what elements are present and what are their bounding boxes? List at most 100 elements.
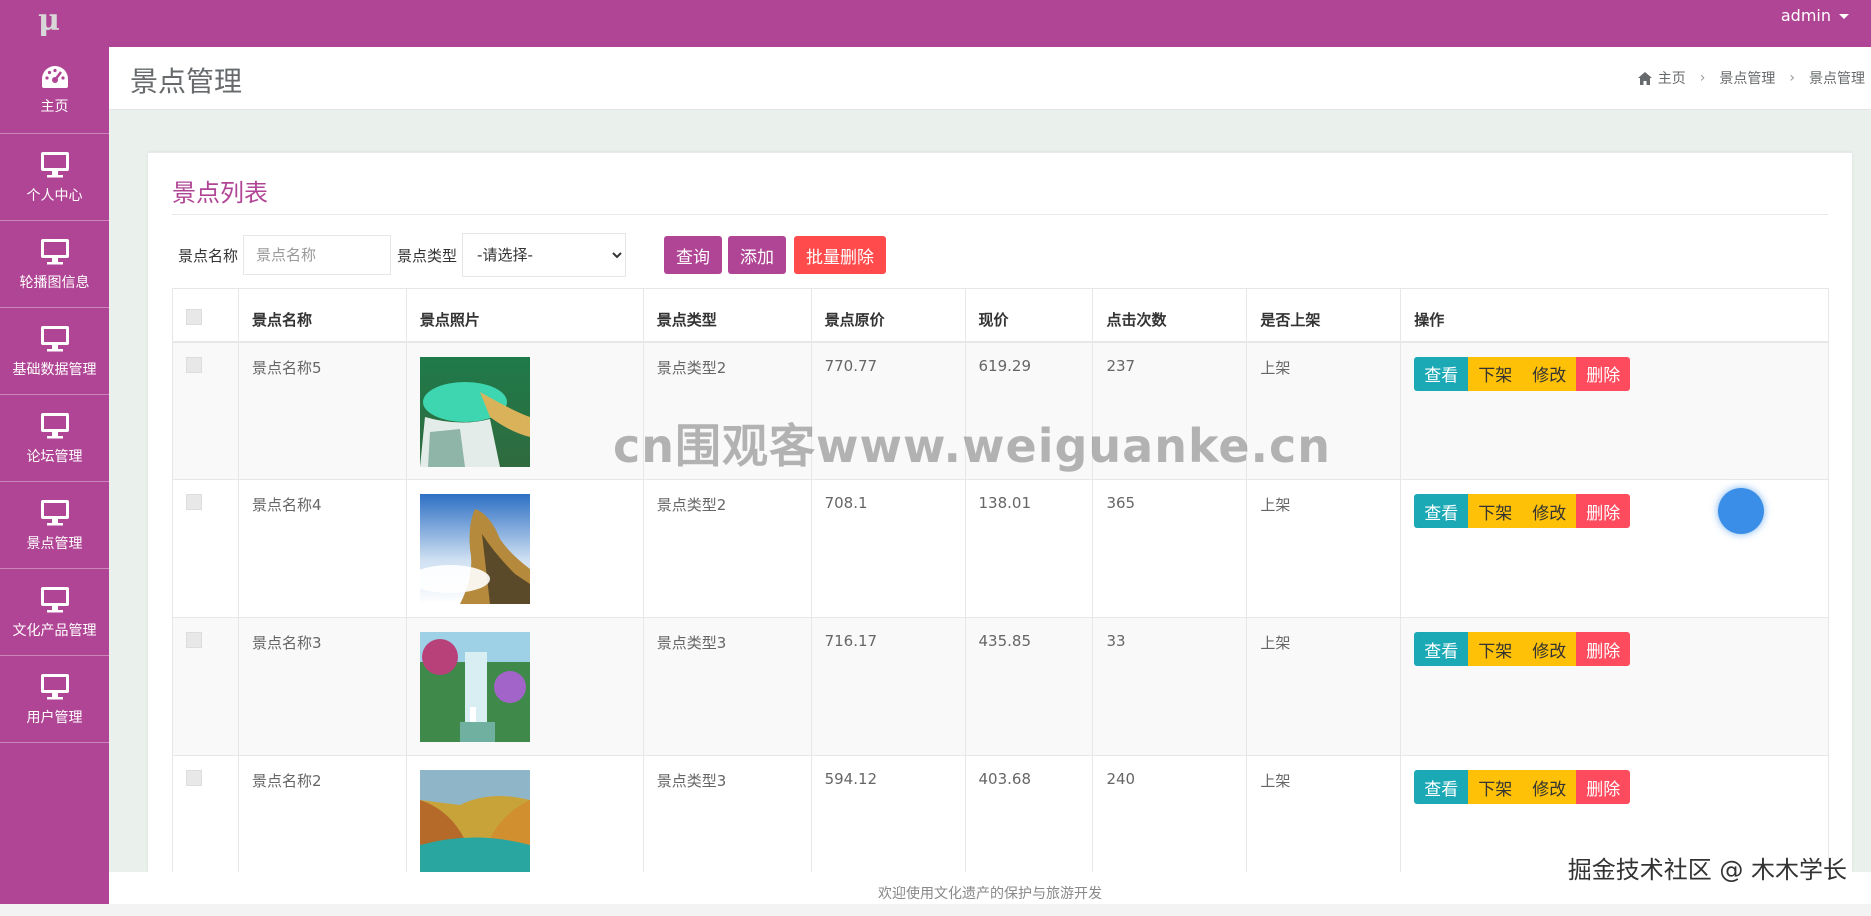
sidebar-item-personal-center[interactable]: 个人中心 bbox=[0, 134, 109, 221]
sidebar-item-scenic[interactable]: 景点管理 bbox=[0, 482, 109, 569]
row-checkbox[interactable] bbox=[186, 356, 202, 373]
delete-button[interactable]: 删除 bbox=[1576, 632, 1631, 666]
column-header: 景点名称 bbox=[237, 288, 407, 343]
batch-delete-button[interactable]: 批量删除 bbox=[794, 236, 887, 274]
mountain-cloud-photo bbox=[419, 494, 530, 604]
cell-photo bbox=[405, 479, 644, 618]
column-header: 景点原价 bbox=[810, 288, 966, 343]
view-button[interactable]: 查看 bbox=[1414, 632, 1469, 666]
sidebar-item-label: 个人中心 bbox=[26, 188, 83, 204]
divider bbox=[172, 214, 1828, 215]
column-header: 景点类型 bbox=[642, 288, 812, 343]
query-button[interactable]: 查询 bbox=[664, 236, 723, 274]
view-button[interactable]: 查看 bbox=[1414, 770, 1469, 804]
select-all-checkbox[interactable] bbox=[186, 309, 202, 325]
page-title: 景点管理 bbox=[130, 65, 243, 98]
monitor-icon bbox=[40, 587, 69, 613]
unlist-button[interactable]: 下架 bbox=[1468, 356, 1523, 391]
table-row: 景点名称4 景点类型2 708.1 138.01 365 上架 查看 下架 修改… bbox=[172, 479, 1829, 618]
cell-status: 上架 bbox=[1246, 479, 1402, 618]
cell-type: 景点类型3 bbox=[642, 617, 812, 756]
sidebar-item-label: 文化产品管理 bbox=[12, 623, 97, 639]
cell-name: 景点名称3 bbox=[237, 617, 407, 756]
edit-button[interactable]: 修改 bbox=[1522, 494, 1577, 528]
chevron-right-icon: › bbox=[1789, 70, 1795, 86]
dashboard-icon bbox=[41, 66, 68, 88]
delete-button[interactable]: 删除 bbox=[1576, 770, 1631, 804]
breadcrumb: 主页 › 景点管理 › 景点管理 bbox=[1637, 68, 1865, 88]
row-select-cell bbox=[172, 617, 239, 756]
sidebar-item-users[interactable]: 用户管理 bbox=[0, 656, 109, 743]
cell-status: 上架 bbox=[1246, 617, 1402, 756]
breadcrumb-home[interactable]: 主页 bbox=[1658, 68, 1686, 88]
column-header: 景点照片 bbox=[405, 288, 644, 343]
floating-action-button[interactable] bbox=[1718, 488, 1764, 534]
column-header: 点击次数 bbox=[1092, 288, 1248, 343]
autumn-lake-photo bbox=[419, 770, 530, 880]
caret-down-icon bbox=[1839, 14, 1849, 19]
user-menu[interactable]: admin bbox=[1781, 6, 1849, 25]
monitor-icon bbox=[40, 152, 69, 178]
panel-title: 景点列表 bbox=[172, 179, 268, 207]
watermark: cn围观客www.weiguanke.cn bbox=[613, 419, 1332, 473]
row-select-cell bbox=[172, 479, 239, 618]
breadcrumb-current: 景点管理 bbox=[1809, 71, 1865, 87]
cell-actions: 查看 下架 修改 删除 bbox=[1400, 617, 1829, 756]
action-group: 查看 下架 修改 删除 bbox=[1414, 632, 1815, 666]
edit-button[interactable]: 修改 bbox=[1522, 356, 1577, 391]
sidebar-item-carousel[interactable]: 轮播图信息 bbox=[0, 221, 109, 308]
sidebar-item-label: 论坛管理 bbox=[26, 449, 83, 465]
table-row: 景点名称3 景点类型3 716.17 435.85 33 上架 查看 下架 修改… bbox=[172, 617, 1829, 756]
monitor-icon bbox=[40, 413, 69, 439]
action-group: 查看 下架 修改 删除 bbox=[1414, 770, 1815, 804]
sidebar-item-label: 景点管理 bbox=[26, 536, 83, 552]
corner-watermark: 掘金技术社区 @ 木木学长 bbox=[1567, 856, 1847, 884]
chevron-right-icon: › bbox=[1699, 70, 1706, 86]
select-all-cell bbox=[172, 288, 239, 343]
sidebar-item-label: 主页 bbox=[40, 99, 69, 115]
monitor-icon bbox=[40, 500, 69, 526]
top-bar: μ admin bbox=[0, 0, 1871, 47]
cell-type: 景点类型2 bbox=[642, 479, 812, 618]
cell-clicks: 33 bbox=[1092, 617, 1248, 756]
footer-text: 欢迎使用文化遗产的保护与旅游开发 bbox=[878, 886, 1102, 902]
unlist-button[interactable]: 下架 bbox=[1468, 632, 1523, 666]
unlist-button[interactable]: 下架 bbox=[1468, 770, 1523, 804]
breadcrumb-item[interactable]: 景点管理 bbox=[1719, 68, 1775, 88]
cell-clicks: 365 bbox=[1092, 479, 1248, 618]
sidebar-item-label: 用户管理 bbox=[26, 710, 83, 726]
list-panel: 景点列表 景点名称 景点类型 -请选择- 查询 添加 批量删除 景点名称 景点照… bbox=[148, 152, 1852, 894]
cell-actions: 查看 下架 修改 删除 bbox=[1400, 479, 1829, 618]
cell-name: 景点名称4 bbox=[237, 479, 407, 618]
view-button[interactable]: 查看 bbox=[1414, 356, 1469, 391]
sidebar-item-home[interactable]: 主页 bbox=[0, 47, 109, 134]
name-label: 景点名称 bbox=[178, 246, 239, 265]
monitor-icon bbox=[40, 326, 69, 352]
sidebar-item-forum[interactable]: 论坛管理 bbox=[0, 395, 109, 482]
edit-button[interactable]: 修改 bbox=[1522, 632, 1577, 666]
delete-button[interactable]: 删除 bbox=[1576, 494, 1631, 528]
delete-button[interactable]: 删除 bbox=[1576, 356, 1631, 391]
cell-photo bbox=[405, 617, 644, 756]
monitor-icon bbox=[40, 239, 69, 265]
cell-name: 景点名称5 bbox=[237, 341, 407, 480]
add-button[interactable]: 添加 bbox=[728, 236, 787, 274]
home-icon bbox=[1637, 71, 1652, 85]
view-button[interactable]: 查看 bbox=[1414, 494, 1469, 528]
column-header: 是否上架 bbox=[1246, 288, 1402, 343]
type-select[interactable]: -请选择- bbox=[462, 233, 627, 277]
action-group: 查看 下架 修改 删除 bbox=[1414, 356, 1815, 391]
sidebar-item-cultural-products[interactable]: 文化产品管理 bbox=[0, 569, 109, 656]
row-select-cell bbox=[172, 341, 239, 480]
edit-button[interactable]: 修改 bbox=[1522, 770, 1577, 804]
unlist-button[interactable]: 下架 bbox=[1468, 494, 1523, 528]
logo: μ bbox=[38, 3, 60, 38]
cell-orig-price: 716.17 bbox=[810, 617, 966, 756]
sidebar-item-basic-data[interactable]: 基础数据管理 bbox=[0, 308, 109, 395]
row-checkbox[interactable] bbox=[186, 632, 202, 648]
row-checkbox[interactable] bbox=[186, 494, 202, 510]
turquoise-pool-photo bbox=[419, 356, 530, 467]
name-search-input[interactable] bbox=[243, 235, 392, 275]
row-checkbox[interactable] bbox=[186, 770, 202, 786]
table-header-row: 景点名称 景点照片 景点类型 景点原价 现价 点击次数 是否上架 操作 bbox=[172, 288, 1829, 343]
